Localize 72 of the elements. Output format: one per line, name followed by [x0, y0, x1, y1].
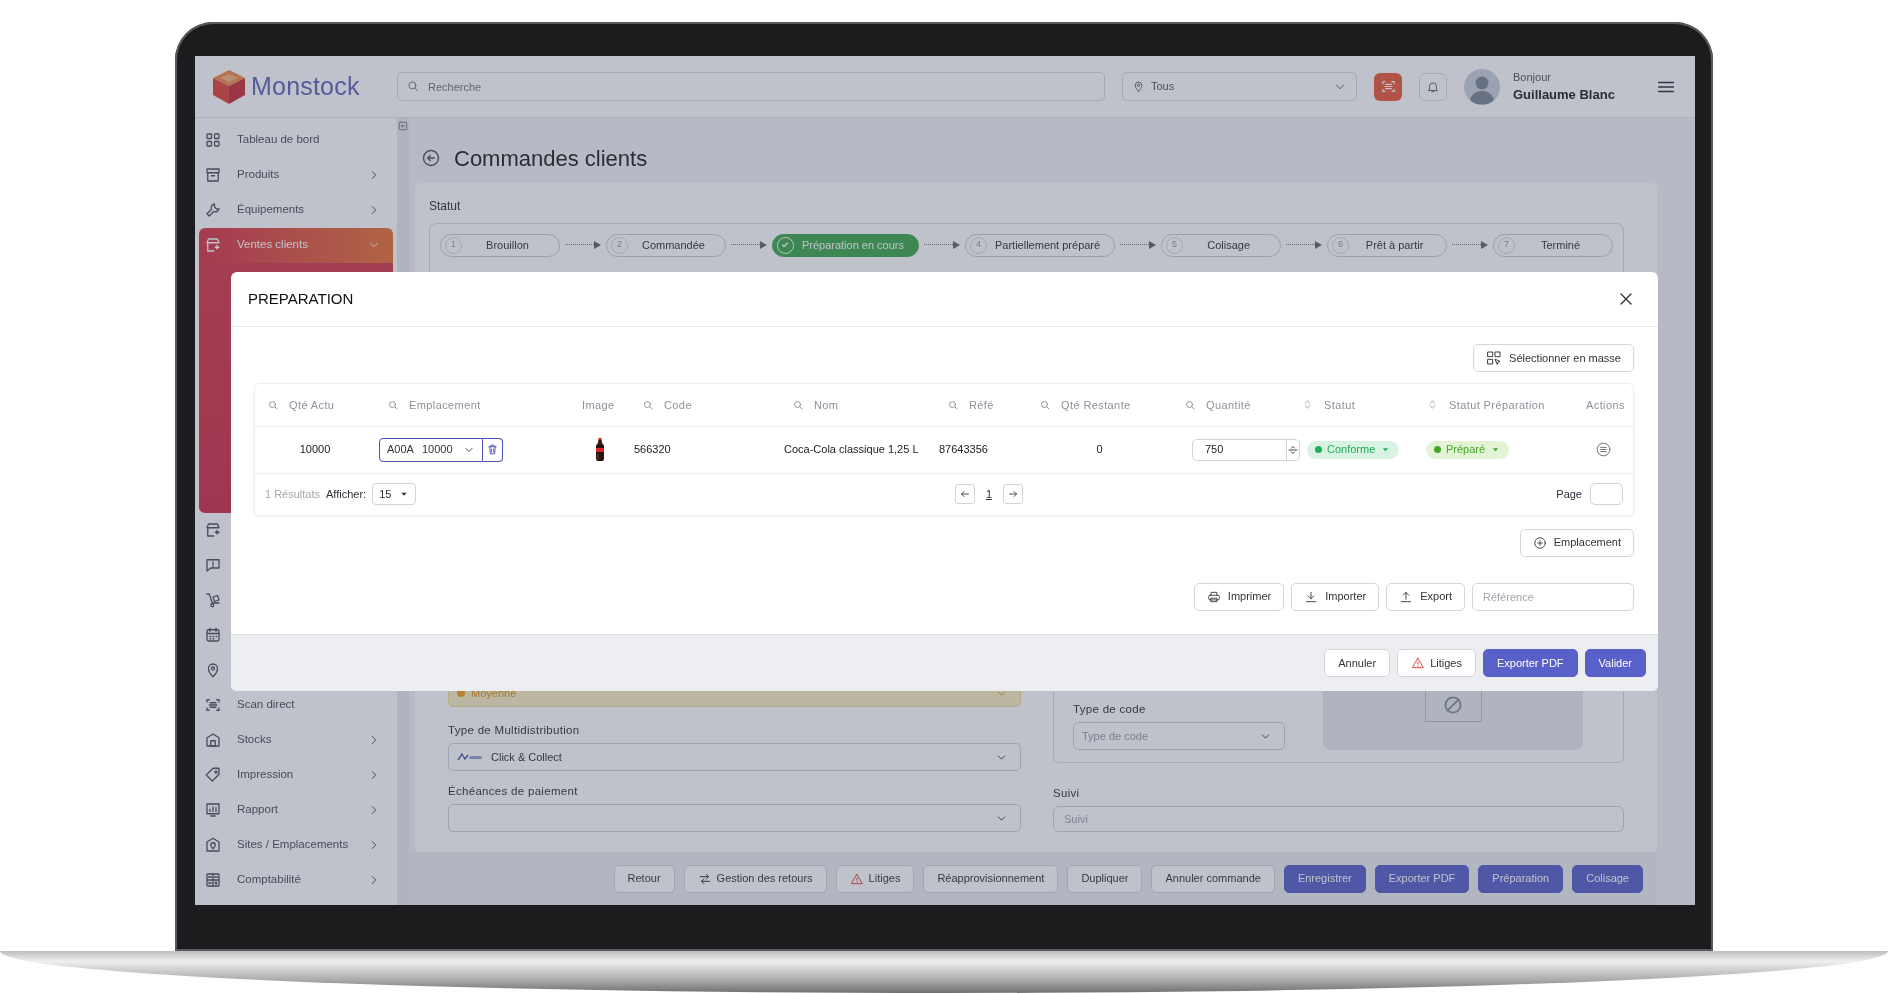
- column-header: Quantité: [1206, 397, 1251, 413]
- field-label: Type de Multidistribution: [448, 723, 581, 738]
- status-step[interactable]: 2 Commandée: [605, 233, 726, 257]
- column-header: Nom: [814, 397, 839, 413]
- section-label: Statut: [429, 198, 462, 215]
- status-step[interactable]: 4 Partiellement préparé: [965, 233, 1116, 257]
- sidebar-item[interactable]: Comptabilité: [199, 862, 393, 898]
- sidebar-item[interactable]: Sites / Emplacements: [199, 827, 393, 863]
- status-step[interactable]: 5 Colisage: [1161, 233, 1282, 257]
- field-label: Échéances de paiement: [448, 784, 579, 799]
- sidebar-item[interactable]: Scan direct: [199, 687, 393, 723]
- toolbar-button[interactable]: Colisage: [1572, 864, 1643, 893]
- select-field[interactable]: Click & Collect: [448, 743, 1021, 771]
- column-header: Statut: [1324, 397, 1356, 413]
- page-size-select[interactable]: 15: [372, 483, 417, 505]
- column-header: Code: [664, 397, 692, 413]
- table-cell: 0: [1027, 426, 1172, 473]
- site-select[interactable]: Tous: [1122, 72, 1357, 101]
- table-cell: 87643356: [935, 426, 1027, 473]
- page-title: Commandes clients: [454, 144, 648, 173]
- footer-button[interactable]: Valider: [1584, 649, 1646, 677]
- quantity-field[interactable]: 750: [1192, 438, 1300, 461]
- sidebar-item[interactable]: Produits: [199, 157, 393, 193]
- column-header: Réfé: [969, 397, 994, 413]
- page-size-label: Afficher:: [326, 486, 367, 502]
- text-field[interactable]: Suivi: [1053, 806, 1624, 832]
- field-label: Suivi: [1053, 786, 1081, 801]
- sidebar-item[interactable]: Équipements: [199, 192, 393, 228]
- search-field[interactable]: Recherche: [397, 72, 1105, 101]
- column-header: Statut Préparation: [1449, 397, 1545, 413]
- table-cell: 10000: [255, 426, 375, 473]
- toolbar-button[interactable]: Annuler commande: [1151, 864, 1275, 893]
- location-select[interactable]: A00A 10000: [379, 437, 483, 462]
- toolbar-button[interactable]: Litiges: [835, 864, 915, 893]
- tool-button[interactable]: Export: [1386, 582, 1465, 611]
- page-label: Page: [1556, 486, 1582, 502]
- column-header: Qté Actu: [289, 397, 335, 413]
- add-location-button[interactable]: Emplacement: [1519, 528, 1634, 557]
- column-header: Image: [582, 397, 615, 413]
- status-step[interactable]: 1 Brouillon: [440, 233, 560, 257]
- toolbar-button[interactable]: Enregistrer: [1283, 864, 1366, 893]
- sidebar-item[interactable]: Rapport: [199, 792, 393, 828]
- column-header: Emplacement: [409, 397, 481, 413]
- toolbar-button[interactable]: Dupliquer: [1067, 864, 1143, 893]
- results-count: 1 Résultats: [265, 486, 321, 502]
- toolbar-button[interactable]: Préparation: [1478, 864, 1564, 893]
- tool-button[interactable]: Imprimer: [1193, 582, 1285, 611]
- status-step[interactable]: 6 Prêt à partir: [1327, 233, 1448, 257]
- mass-select-button[interactable]: Sélectionner en masse: [1473, 344, 1634, 372]
- toolbar-button[interactable]: Exporter PDF: [1374, 864, 1470, 893]
- toolbar-button[interactable]: Réapprovisionnement: [923, 864, 1059, 893]
- status-step[interactable]: 7 Terminé: [1493, 233, 1613, 257]
- page-link[interactable]: 1: [975, 485, 1004, 503]
- footer-button[interactable]: Litiges: [1397, 649, 1476, 677]
- footer-button[interactable]: Annuler: [1324, 649, 1391, 677]
- footer-button[interactable]: Exporter PDF: [1482, 649, 1578, 677]
- sidebar-item[interactable]: Tableau de bord: [199, 122, 393, 158]
- table-cell: Coca-Cola classique 1,25 L: [780, 426, 935, 473]
- toolbar-button[interactable]: Gestion des retours: [683, 864, 827, 893]
- column-header: Actions: [1586, 397, 1625, 413]
- toolbar-button[interactable]: Retour: [613, 864, 675, 893]
- greeting-text: Bonjour: [1513, 69, 1552, 85]
- user-name: Guillaume Blanc: [1513, 86, 1615, 104]
- column-header: Qté Restante: [1061, 397, 1131, 413]
- sidebar-item[interactable]: Impression: [199, 757, 393, 793]
- reference-field[interactable]: Référence: [1472, 582, 1634, 611]
- field-label: Type de code: [1073, 702, 1147, 717]
- modal-title: PREPARATION: [248, 288, 354, 309]
- brand-name: Monstock: [251, 70, 360, 102]
- tool-button[interactable]: Importer: [1291, 582, 1380, 611]
- table-cell: 566320: [630, 426, 780, 473]
- sidebar-item[interactable]: Stocks: [199, 722, 393, 758]
